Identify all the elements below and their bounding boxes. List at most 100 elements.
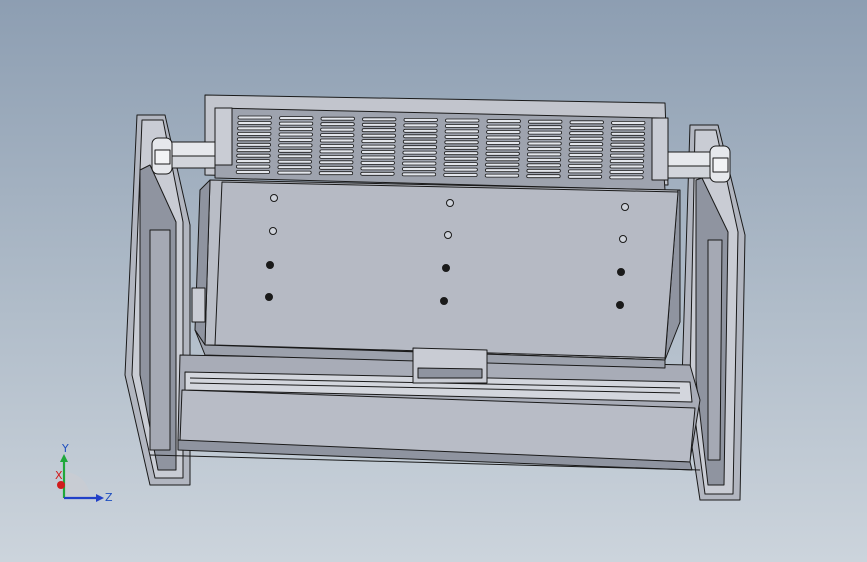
cad-model[interactable] [0,0,867,562]
tray-body[interactable] [191,179,681,384]
grate-slot [403,123,438,128]
grate-slot [609,159,645,164]
grate-slot [403,134,438,139]
grate-slot [236,142,272,147]
z-arrow-head [96,494,104,502]
grate-slot [235,170,271,174]
grate-slot [361,122,397,127]
grate-slot [527,141,562,146]
grate-slot [402,161,437,166]
grate-slot [237,126,272,131]
grate-slot [319,154,354,159]
grate[interactable] [214,107,666,191]
axis-triad: Y Z X [55,442,113,504]
grate-slot [527,147,562,151]
grate-slot [237,131,272,136]
grate-slot [610,148,645,153]
grate-slot [610,137,645,142]
3d-viewport[interactable]: Y Z X [0,0,867,562]
grate-slot [567,174,603,179]
grate-slot [236,153,271,158]
grate-slot [444,129,480,134]
grate-slot [403,128,438,133]
grate-slot [278,143,313,148]
grate-slot [236,148,271,153]
grate-slot [278,121,314,126]
grate-slot [484,173,520,178]
grate-slot [402,150,437,155]
grate-slot [237,115,272,120]
grate-slot [443,167,478,172]
grate-slot [610,153,645,158]
grate-slot [568,142,604,147]
grate-slot [569,120,604,125]
grate-slot [486,130,521,134]
grate-slot [485,146,521,151]
grate-slot [528,119,563,124]
grate-slot [526,168,561,173]
grate-slot [402,156,437,161]
grate-slot [319,160,354,165]
grate-slot [403,118,438,122]
grate-slot [527,125,563,130]
grate-slot [320,116,355,121]
grate-slot [527,152,562,157]
grate-slot [486,124,521,129]
left-bracket[interactable] [214,107,233,166]
grate-slot [361,144,396,149]
grate-slot [278,137,313,142]
grate-slot [527,130,562,135]
grate-slot [610,142,645,147]
right-bracket[interactable] [651,117,669,181]
grate-slot [610,126,646,131]
grate-slot [485,157,520,162]
grate-slot [443,173,478,177]
grate-slot [320,133,355,138]
grate-slot [235,164,271,169]
grate-slot [318,165,354,170]
grate-slot [402,145,438,150]
grate-slot [569,131,604,136]
grate-slot [278,132,313,137]
grate-slot [609,175,644,180]
grate-slot [526,174,561,179]
grate-slot [526,163,561,168]
grate-slot [609,164,644,169]
grate-slot [236,159,271,164]
grate-slot [402,139,438,144]
grate-slot [609,170,644,174]
grate-slot [445,118,480,123]
grate-slot [277,165,312,170]
grate-slot [444,140,479,145]
y-arrow-head [60,454,68,462]
y-axis-label: Y [61,442,69,455]
grate-slot [236,137,272,142]
grate-slot [568,163,603,168]
grate-slot [485,140,521,145]
grate-slot [444,124,480,128]
grate-slot [444,134,479,139]
z-axis-label: Z [105,491,113,504]
x-axis-label: X [55,469,63,482]
grate-slot [485,162,520,167]
grate-slot [569,136,604,141]
grate-slot [360,171,395,176]
grate-slot [277,154,313,159]
grate-slot [443,156,479,161]
triad-quadrant [64,472,90,498]
grate-slot [360,155,396,160]
grate-slot [568,169,603,174]
grate-slot [486,119,521,123]
grate-slot [568,158,603,163]
grate-slot [361,128,397,133]
grate-slot [569,125,604,130]
grate-slot [610,131,645,136]
grate-slot [320,122,355,127]
grate-slot [527,136,562,141]
grate-slot [318,171,354,176]
grate-slot [237,121,272,125]
grate-slot [277,170,312,175]
grate-slot [611,121,646,125]
grate-slot [444,145,479,150]
grate-slot [486,135,521,140]
